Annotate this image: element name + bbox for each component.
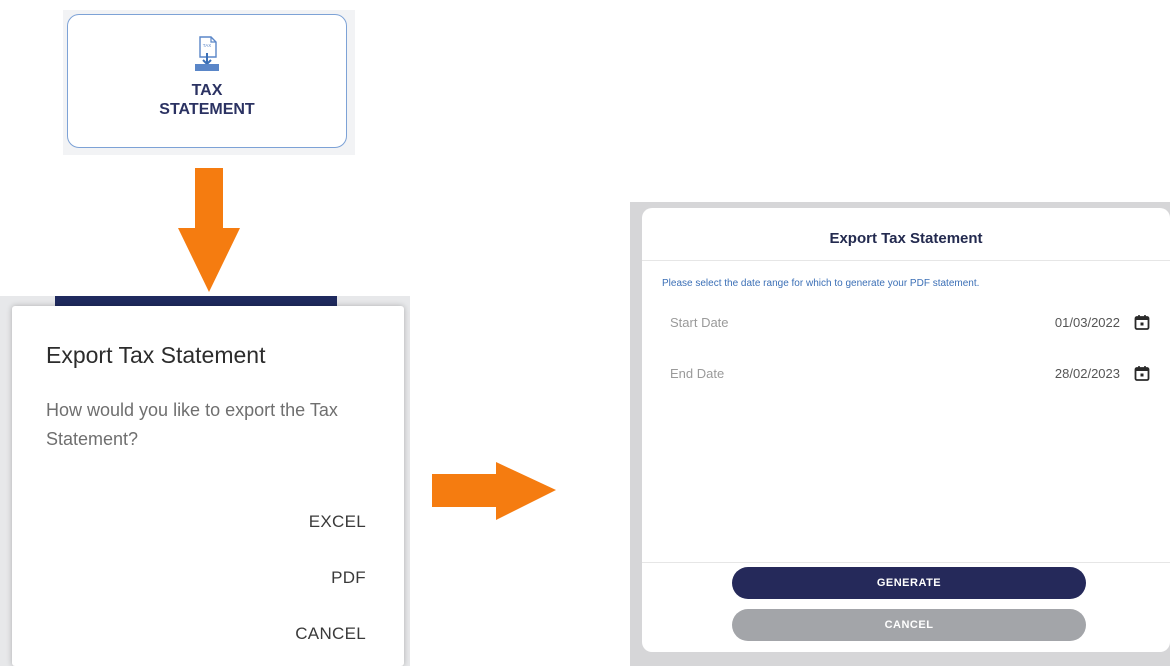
end-date-value[interactable]: 28/02/2023 (1055, 366, 1120, 381)
start-date-value[interactable]: 01/03/2022 (1055, 315, 1120, 330)
tile-label-line1: TAX (191, 82, 223, 99)
dialog-title: Export Tax Statement (829, 230, 983, 247)
end-date-field[interactable]: End Date 28/02/2023 (670, 366, 1150, 386)
tax-statement-tile[interactable]: TAX TAX STATEMENT (67, 14, 347, 148)
calendar-icon[interactable] (1134, 365, 1150, 381)
tile-label: TAX STATEMENT (159, 81, 254, 119)
date-range-dialog: Export Tax Statement Please select the d… (642, 208, 1170, 652)
dialog-instruction: Please select the date range for which t… (662, 278, 980, 289)
dialog-message: How would you like to export the Tax Sta… (46, 400, 338, 449)
start-date-label: Start Date (670, 315, 729, 330)
tile-label-line2: STATEMENT (159, 101, 255, 118)
calendar-icon[interactable] (1134, 314, 1150, 330)
end-date-label: End Date (670, 366, 725, 381)
tile-background: TAX TAX STATEMENT (63, 10, 355, 155)
export-format-dialog: Export Tax Statement How would you like … (12, 306, 404, 666)
right-arrow-icon (432, 462, 556, 520)
down-arrow-icon (178, 168, 240, 292)
dialog-title: Export Tax Statement (46, 342, 266, 368)
document-download-icon: TAX (195, 36, 219, 71)
footer-divider (642, 562, 1170, 563)
excel-button[interactable]: EXCEL (309, 512, 366, 532)
generate-button[interactable]: GENERATE (732, 567, 1086, 599)
pdf-button[interactable]: PDF (331, 568, 366, 588)
divider (642, 260, 1170, 261)
cancel-button[interactable]: CANCEL (295, 624, 366, 644)
start-date-field[interactable]: Start Date 01/03/2022 (670, 315, 1150, 335)
cancel-button[interactable]: CANCEL (732, 609, 1086, 641)
backdrop-header-strip (55, 296, 337, 306)
tile-icon-badge: TAX (203, 43, 211, 48)
